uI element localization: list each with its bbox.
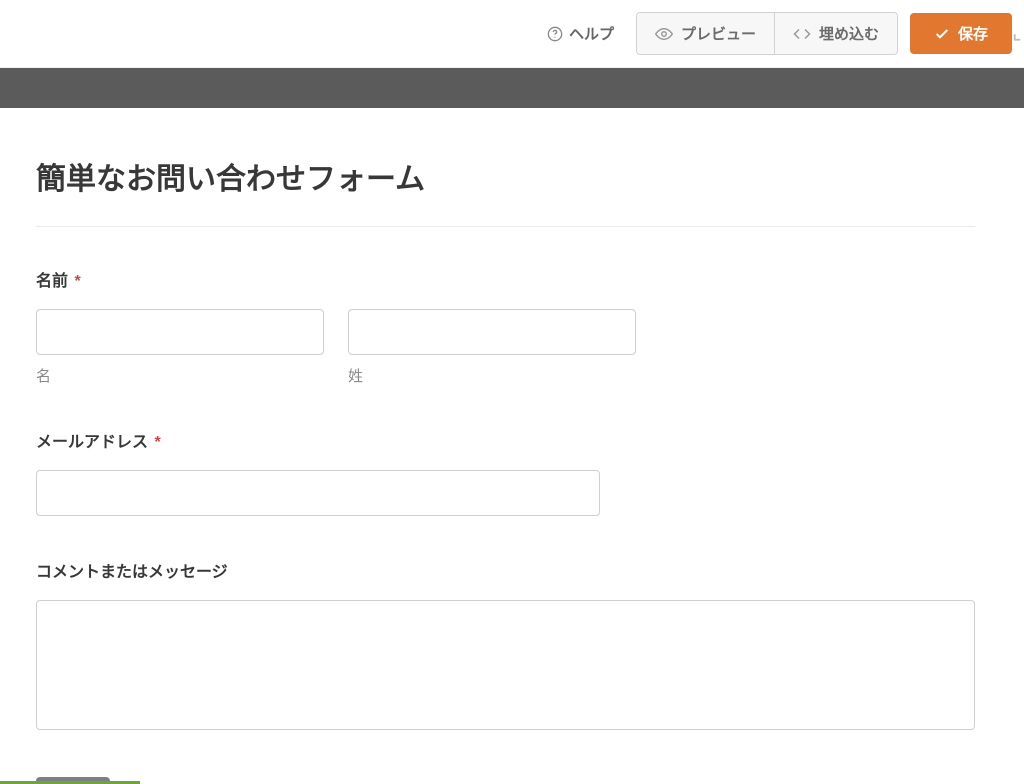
email-field[interactable]: メールアドレス * [36,428,975,516]
form-canvas: 簡単なお問い合わせフォーム 名前 * 名 姓 メールアドレス * コメントまたは… [0,118,1011,784]
toolbar-button-group: プレビュー 埋め込む [636,12,898,55]
email-label-text: メールアドレス [36,434,148,451]
form-title[interactable]: 簡単なお問い合わせフォーム [36,154,975,227]
check-icon [934,26,950,42]
message-field[interactable]: コメントまたはメッセージ [36,558,975,735]
help-icon [547,26,563,42]
first-name-sublabel: 名 [36,365,324,386]
embed-label: 埋め込む [819,23,879,44]
required-mark: * [74,273,80,290]
name-field[interactable]: 名前 * 名 姓 [36,267,975,386]
name-label-text: 名前 [36,273,68,290]
first-name-input[interactable] [36,309,324,355]
preview-label: プレビュー [681,23,756,44]
email-input[interactable] [36,470,600,516]
preview-button[interactable]: プレビュー [637,13,774,54]
save-button[interactable]: 保存 [910,13,1012,54]
builder-toolbar: ヘルプ プレビュー 埋め込む 保存 [0,0,1024,68]
eye-icon [655,25,673,43]
code-icon [793,25,811,43]
name-label: 名前 * [36,267,975,291]
header-band [0,68,1024,108]
required-mark: * [154,434,160,451]
message-textarea[interactable] [36,600,975,730]
last-name-col: 姓 [348,309,636,386]
name-row: 名 姓 [36,309,636,386]
help-label: ヘルプ [569,23,614,44]
first-name-col: 名 [36,309,324,386]
last-name-input[interactable] [348,309,636,355]
last-name-sublabel: 姓 [348,365,636,386]
save-label: 保存 [958,23,988,44]
embed-button[interactable]: 埋め込む [774,13,897,54]
message-label: コメントまたはメッセージ [36,558,975,582]
message-label-text: コメントまたはメッセージ [36,564,228,581]
email-label: メールアドレス * [36,428,975,452]
expand-icon[interactable] [1012,20,1024,47]
help-link[interactable]: ヘルプ [537,17,624,50]
